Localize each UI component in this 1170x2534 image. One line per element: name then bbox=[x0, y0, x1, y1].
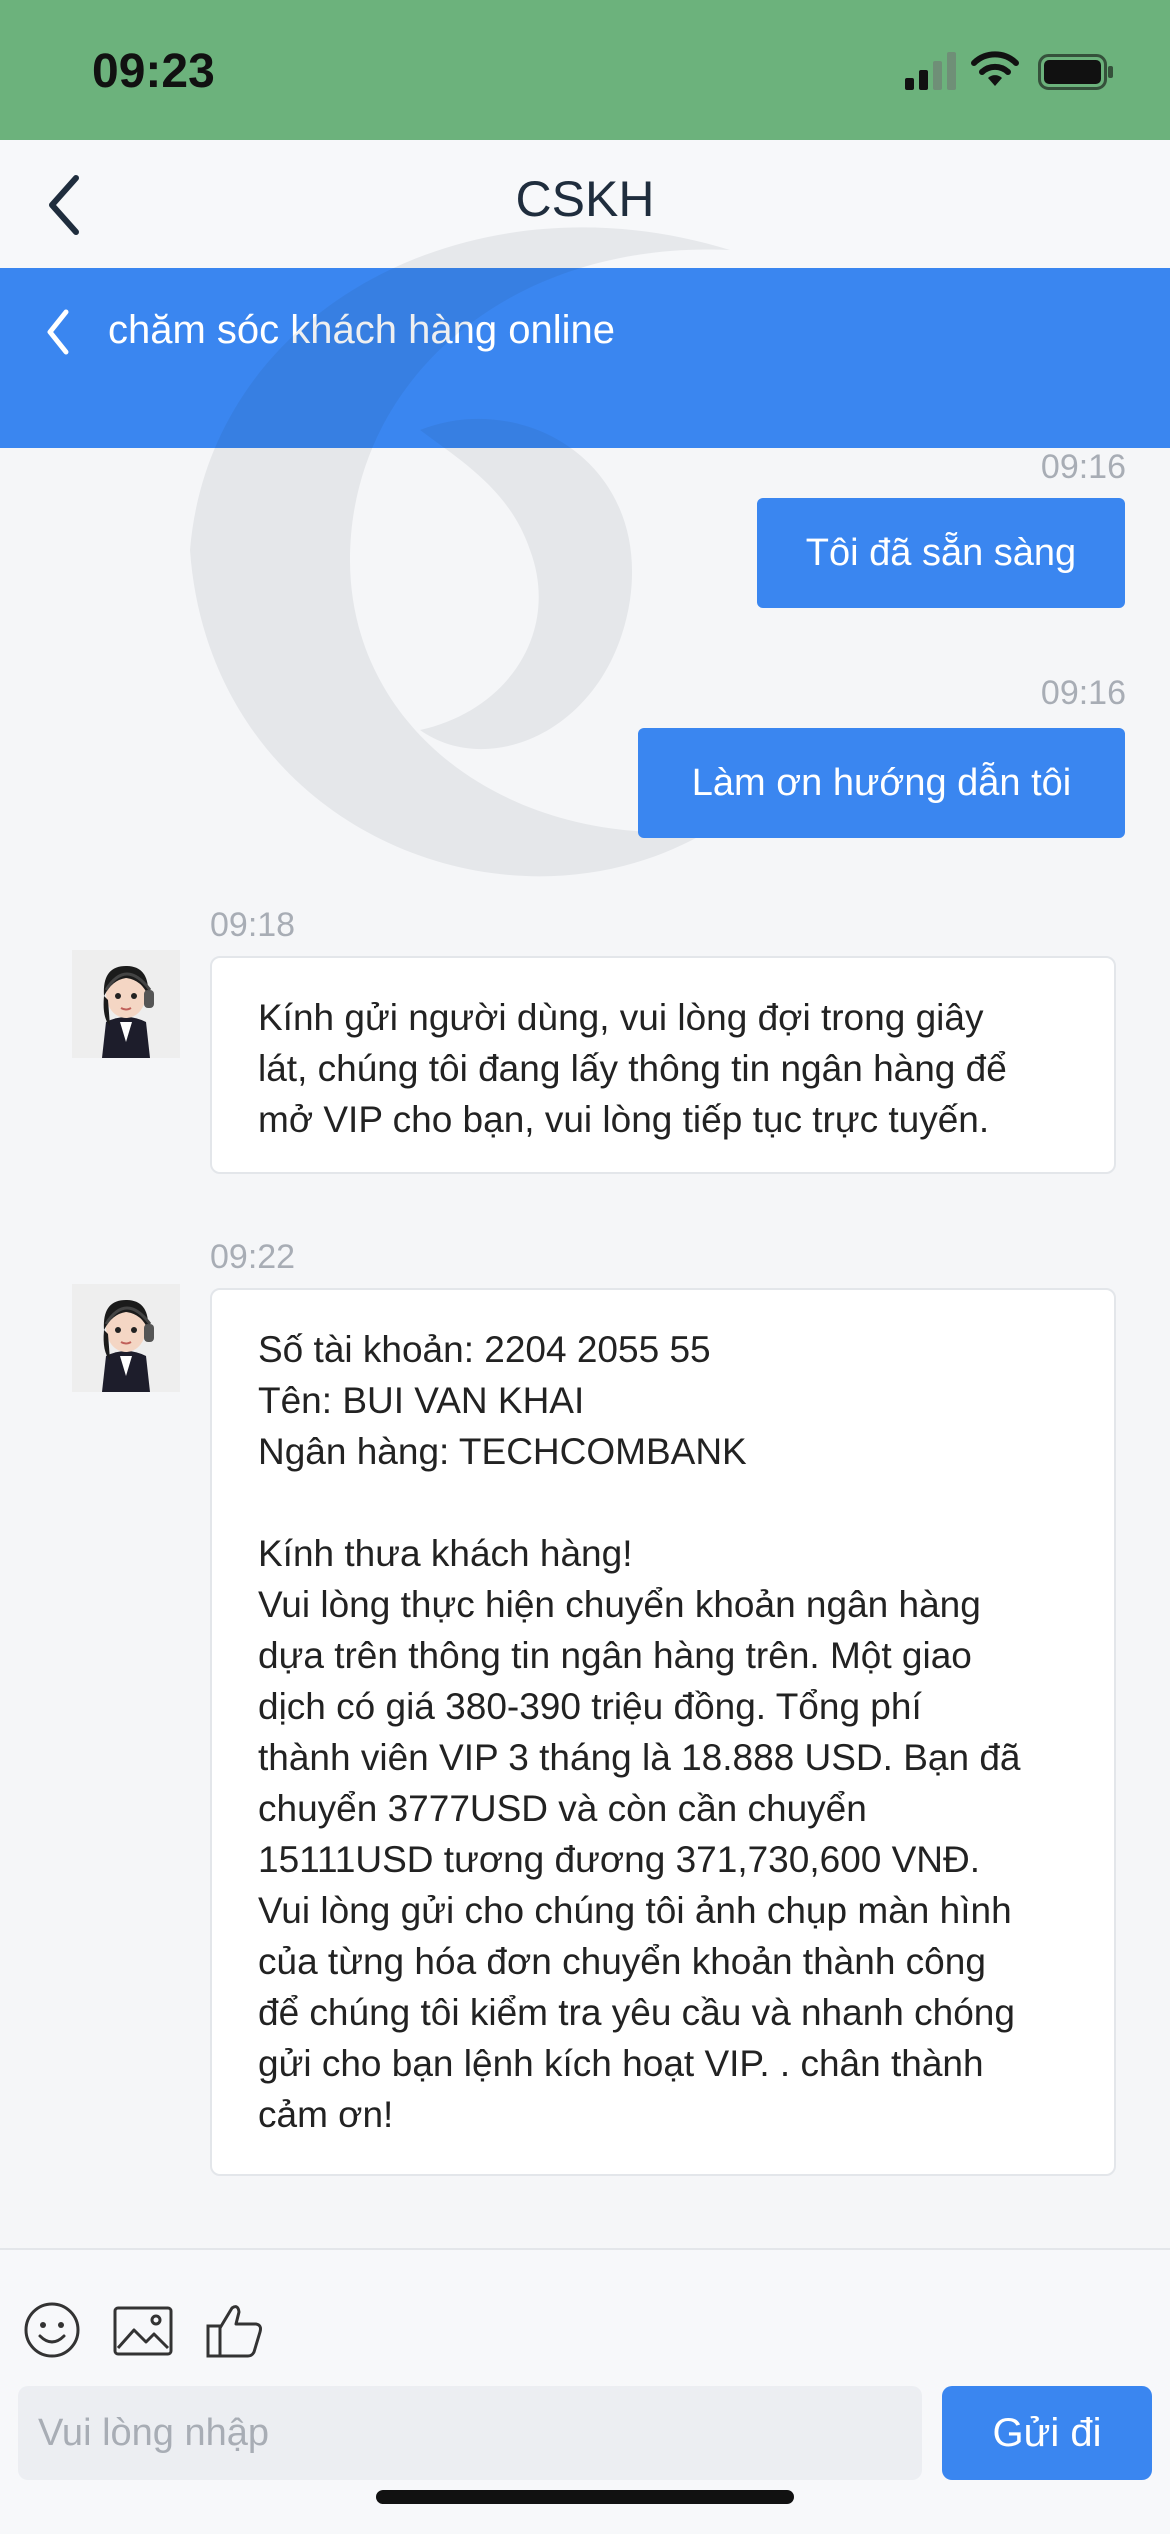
battery-icon bbox=[1038, 54, 1113, 90]
back-icon[interactable] bbox=[44, 170, 84, 240]
image-icon[interactable] bbox=[112, 2300, 174, 2360]
thumbs-up-icon[interactable] bbox=[204, 2300, 266, 2360]
agent-avatar bbox=[72, 950, 180, 1058]
message-input[interactable] bbox=[18, 2386, 922, 2480]
wifi-icon bbox=[971, 51, 1019, 86]
agent-avatar bbox=[72, 1284, 180, 1392]
cellular-signal-icon bbox=[905, 52, 956, 90]
message-bubble-outgoing: Làm ơn hướng dẫn tôi bbox=[638, 728, 1125, 838]
message-timestamp: 09:16 bbox=[1040, 448, 1126, 486]
message-bubble-incoming: Số tài khoản: 2204 2055 55 Tên: BUI VAN … bbox=[210, 1288, 1116, 2176]
message-timestamp: 09:16 bbox=[1040, 674, 1126, 712]
send-button[interactable]: Gửi đi bbox=[942, 2386, 1152, 2480]
chat-messages[interactable]: 09:16 Tôi đã sẵn sàng 09:16 Làm ơn hướng… bbox=[0, 448, 1170, 2248]
message-bubble-incoming: Kính gửi người dùng, vui lòng đợi trong … bbox=[210, 956, 1116, 1174]
status-bar: 09:23 bbox=[0, 0, 1170, 140]
emoji-icon[interactable] bbox=[22, 2300, 82, 2360]
status-time: 09:23 bbox=[92, 45, 215, 98]
message-timestamp: 09:18 bbox=[210, 906, 296, 944]
chevron-left-icon[interactable] bbox=[40, 302, 74, 362]
message-timestamp: 09:22 bbox=[210, 1238, 296, 1276]
home-indicator[interactable] bbox=[376, 2490, 794, 2504]
message-bubble-outgoing: Tôi đã sẵn sàng bbox=[757, 498, 1125, 608]
